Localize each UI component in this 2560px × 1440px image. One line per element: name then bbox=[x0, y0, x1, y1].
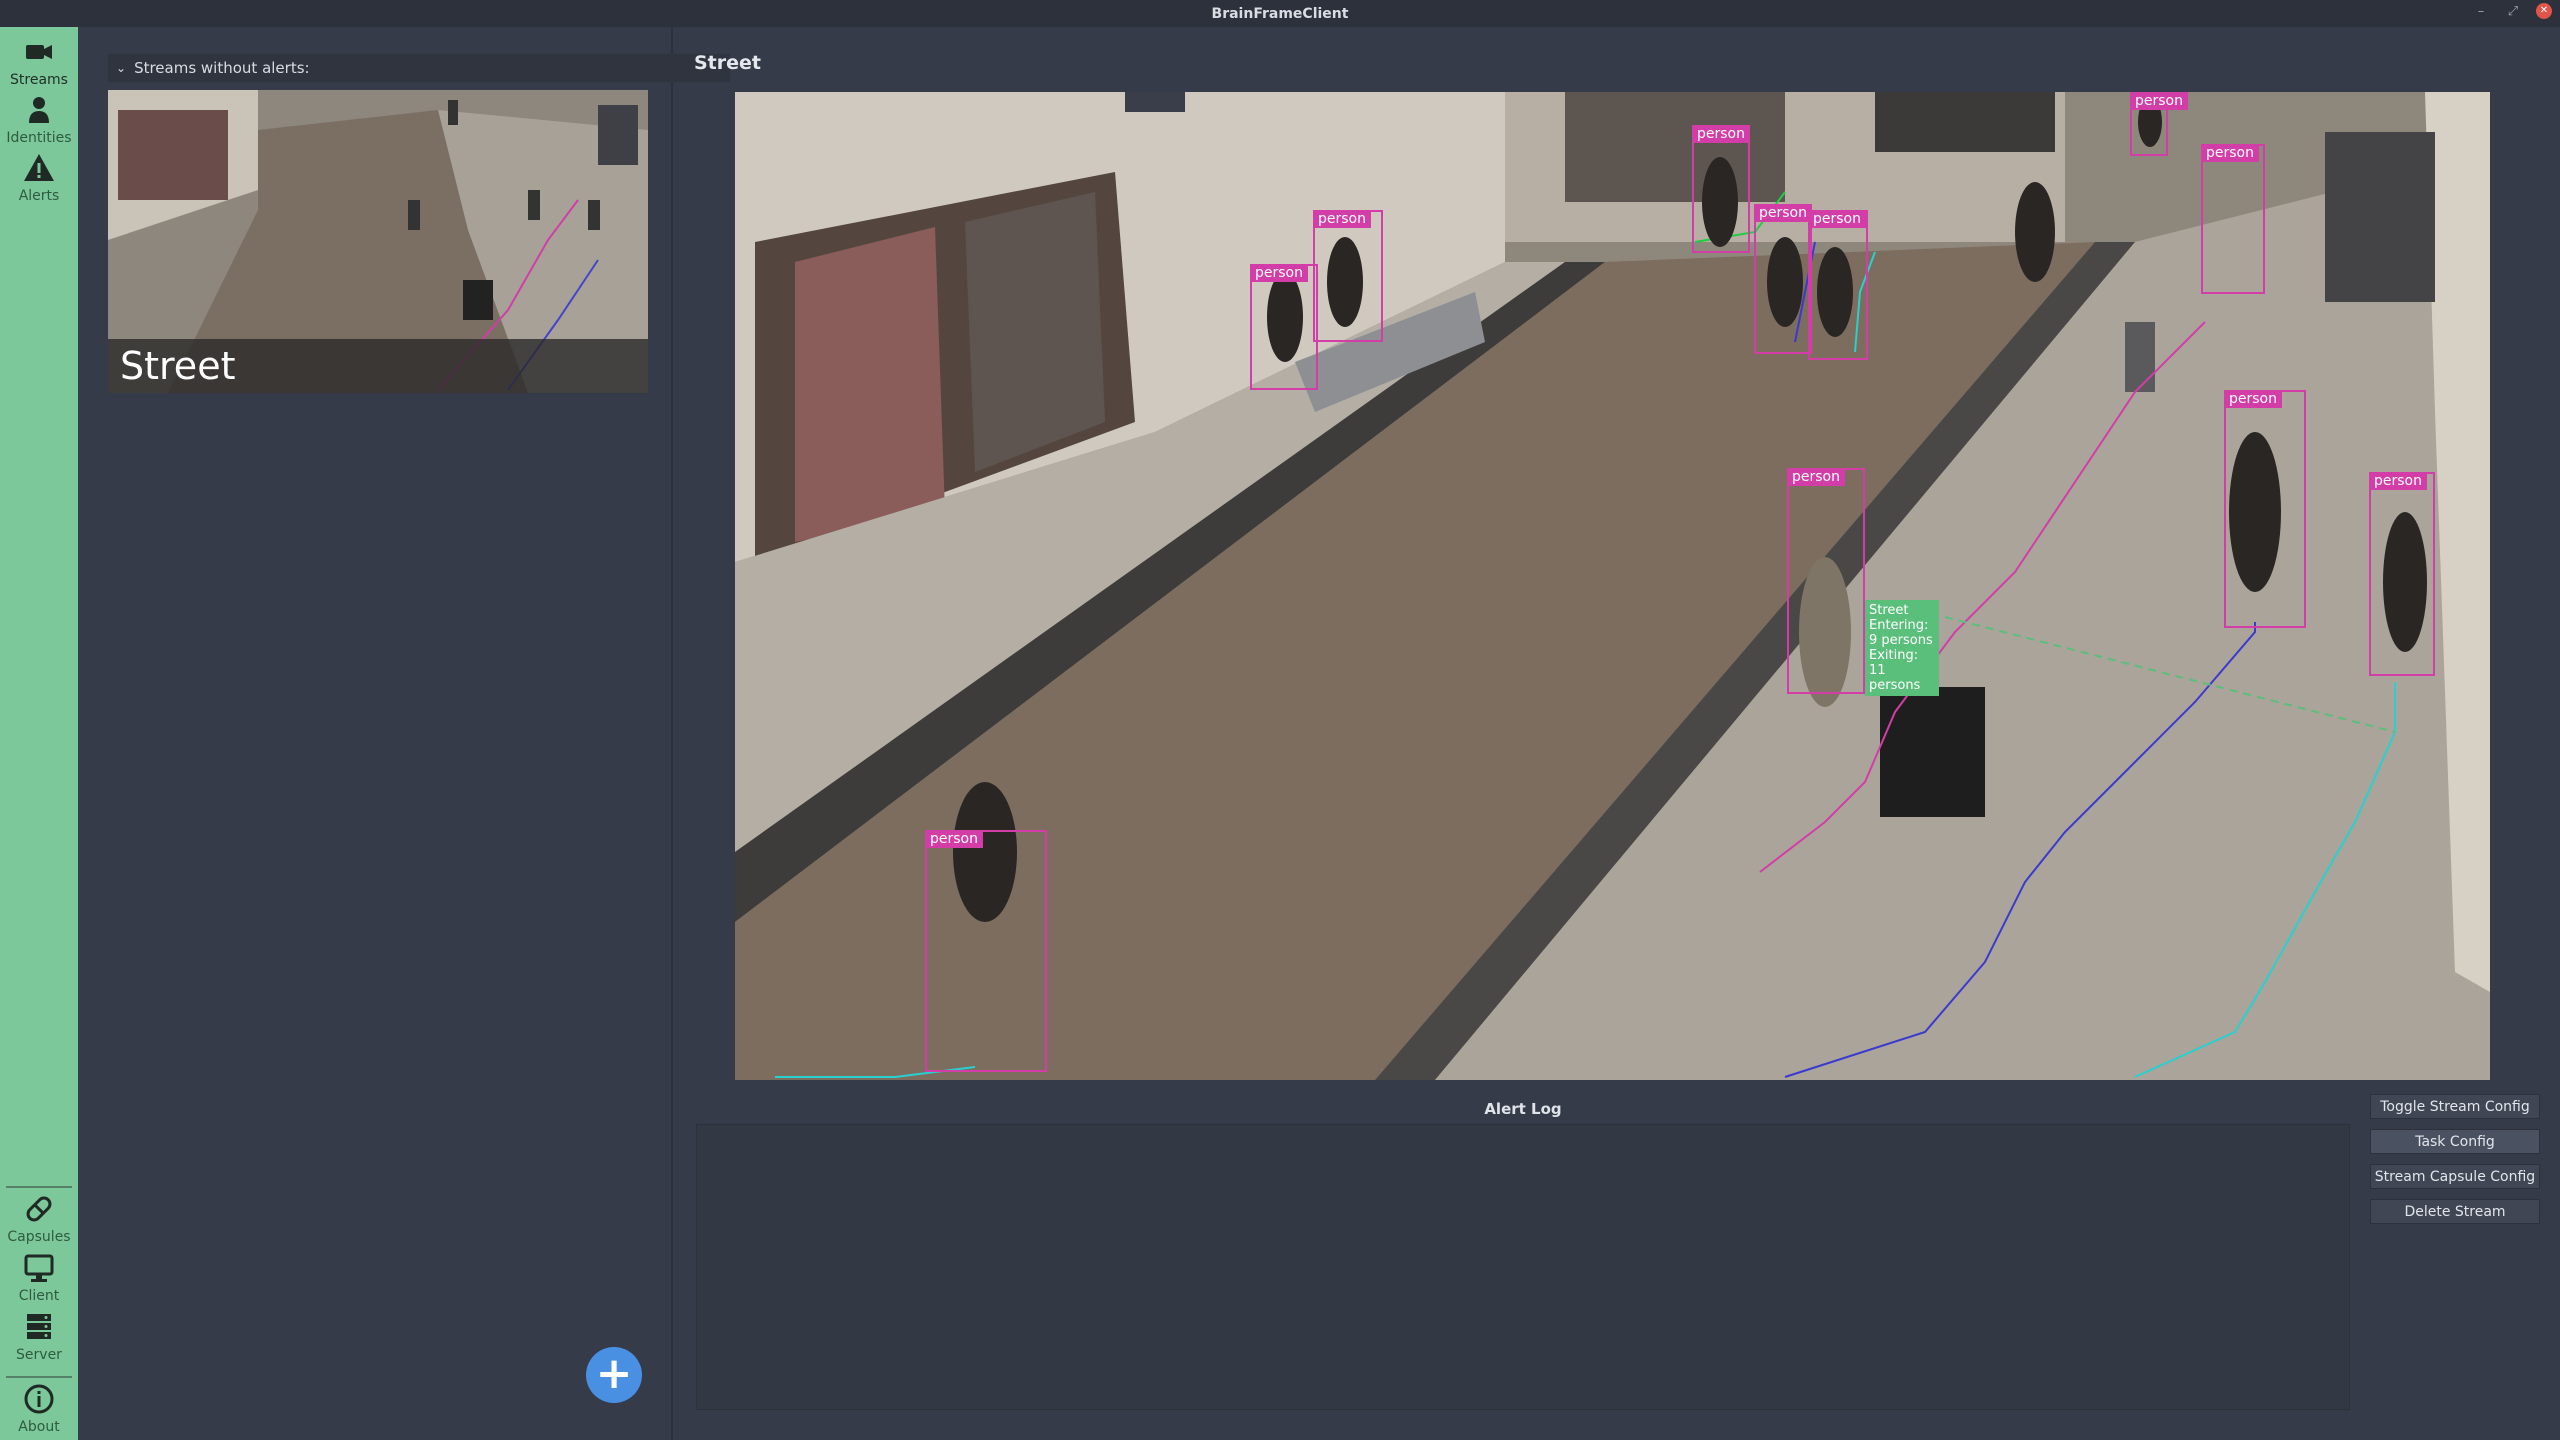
stream-capsule-config-button[interactable]: Stream Capsule Config bbox=[2370, 1164, 2540, 1189]
detection-box: person bbox=[1787, 468, 1865, 694]
detection-label: person bbox=[2130, 92, 2188, 110]
alert-log-list[interactable] bbox=[696, 1124, 2350, 1410]
alert-log-title: Alert Log bbox=[1484, 1100, 1562, 1118]
streams-panel: ⌄ Streams without alerts: Street + bbox=[78, 27, 730, 1440]
info-icon bbox=[24, 1384, 54, 1414]
monitor-icon bbox=[24, 1254, 54, 1282]
streams-group-label: Streams without alerts: bbox=[134, 59, 310, 77]
stream-thumbnail-caption: Street bbox=[108, 339, 648, 393]
detection-label: person bbox=[2224, 390, 2282, 408]
sidebar-item-about[interactable]: About bbox=[0, 1382, 78, 1435]
server-icon bbox=[27, 1314, 51, 1339]
delete-stream-button[interactable]: Delete Stream bbox=[2370, 1199, 2540, 1224]
detection-box: person bbox=[1313, 210, 1383, 342]
sidebar-item-alerts[interactable]: Alerts bbox=[0, 151, 78, 204]
detection-label: person bbox=[2369, 472, 2427, 490]
minimize-icon[interactable]: – bbox=[2472, 4, 2490, 19]
detection-box: person bbox=[2369, 472, 2435, 676]
detection-label: person bbox=[1754, 204, 1812, 222]
close-icon[interactable]: ✕ bbox=[2536, 3, 2552, 19]
stream-actions: Toggle Stream Config Task Config Stream … bbox=[2370, 1094, 2540, 1224]
sidebar-item-client[interactable]: Client bbox=[0, 1251, 78, 1304]
chevron-down-icon: ⌄ bbox=[116, 61, 127, 75]
toggle-stream-config-button[interactable]: Toggle Stream Config bbox=[2370, 1094, 2540, 1119]
video-camera-icon bbox=[26, 45, 52, 59]
detection-label: person bbox=[1787, 468, 1845, 486]
warning-icon bbox=[24, 154, 54, 181]
detection-label: person bbox=[925, 830, 983, 848]
detection-label: person bbox=[1250, 264, 1308, 282]
detection-label: person bbox=[1692, 125, 1750, 143]
window-controls: – ⤢ ✕ bbox=[2472, 3, 2552, 19]
sidebar-item-identities[interactable]: Identities bbox=[0, 93, 78, 146]
person-icon bbox=[29, 97, 49, 123]
maximize-icon[interactable]: ⤢ bbox=[2504, 4, 2522, 19]
streams-group-header[interactable]: ⌄ Streams without alerts: bbox=[108, 54, 730, 82]
stream-title: Street bbox=[694, 52, 761, 74]
sidebar-separator bbox=[6, 1186, 72, 1188]
detection-label: person bbox=[2201, 144, 2259, 162]
zone-counter-label: Street Entering: 9 persons Exiting: 11 p… bbox=[1865, 600, 1939, 696]
detection-label: person bbox=[1808, 210, 1866, 228]
detection-box: person bbox=[1250, 264, 1318, 390]
sidebar-item-server[interactable]: Server bbox=[0, 1310, 78, 1363]
task-config-button[interactable]: Task Config bbox=[2370, 1129, 2540, 1154]
detection-box: person bbox=[1754, 204, 1812, 354]
stream-thumbnail-street[interactable]: Street bbox=[108, 90, 648, 393]
sidebar-item-streams[interactable]: Streams bbox=[0, 35, 78, 88]
detection-box: person bbox=[2130, 92, 2188, 156]
title-bar: BrainFrameClient – ⤢ ✕ bbox=[0, 0, 2560, 27]
window-title: BrainFrameClient bbox=[1211, 5, 1349, 22]
detection-label: person bbox=[1313, 210, 1371, 228]
detection-box: person bbox=[2201, 144, 2265, 294]
detection-box: person bbox=[925, 830, 1047, 1072]
sidebar: Streams Identities Alerts Capsules Clien… bbox=[0, 27, 78, 1440]
detection-box: person bbox=[1808, 210, 1868, 360]
stream-video: person person person person person perso… bbox=[735, 92, 2490, 1080]
sidebar-separator bbox=[6, 1376, 72, 1378]
sidebar-item-capsules[interactable]: Capsules bbox=[0, 1192, 78, 1245]
alert-log-panel: Alert Log bbox=[694, 1094, 2352, 1412]
add-stream-button[interactable]: + bbox=[586, 1347, 642, 1403]
detection-box: person bbox=[2224, 390, 2306, 628]
capsule-icon bbox=[26, 1196, 52, 1222]
detection-box: person bbox=[1692, 125, 1750, 253]
